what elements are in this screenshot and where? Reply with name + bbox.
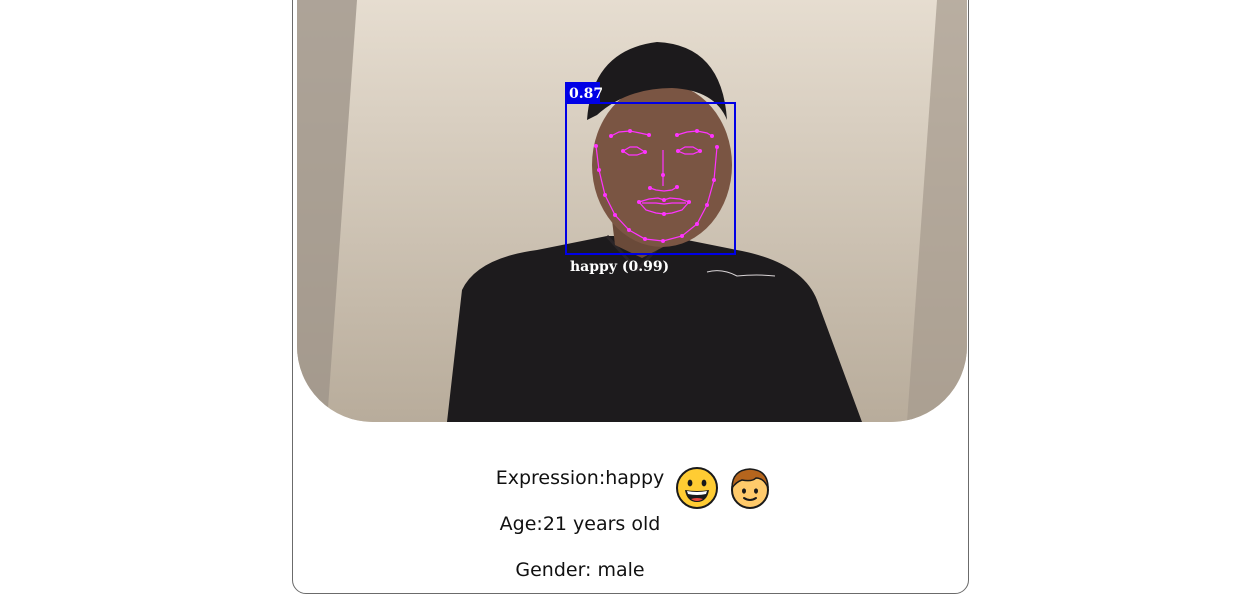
expression-text: Expression:happy [495, 467, 665, 489]
webcam-frame [297, 0, 967, 422]
age-text: Age:21 years old [499, 513, 661, 535]
webcam-video [297, 0, 967, 422]
gender-text: Gender: male [515, 559, 645, 581]
detection-score: 0.87 [569, 86, 604, 102]
boy-face-icon [728, 466, 772, 510]
grinning-face-icon [675, 466, 719, 510]
expression-overlay-label: happy (0.99) [570, 259, 670, 275]
